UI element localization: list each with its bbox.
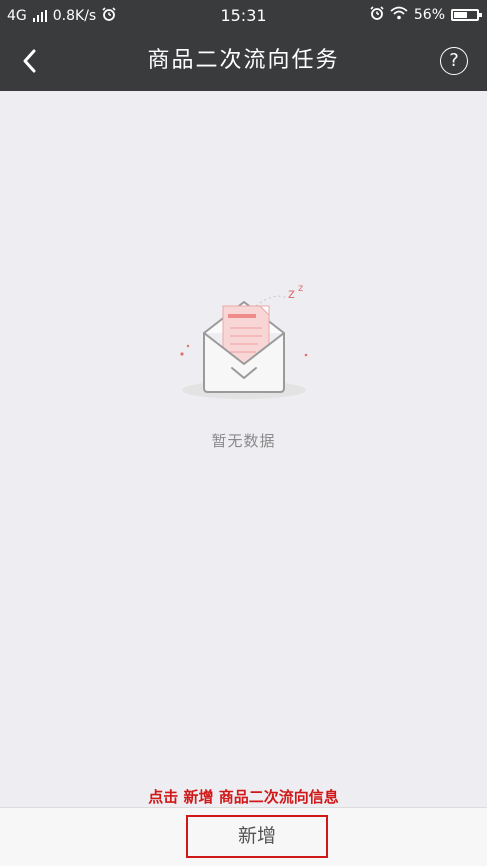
empty-envelope-icon: z z bbox=[180, 283, 308, 399]
chevron-left-icon bbox=[23, 49, 36, 73]
status-right: 56% bbox=[370, 6, 482, 24]
svg-text:z: z bbox=[288, 287, 295, 302]
wifi-icon bbox=[390, 6, 408, 24]
battery-percent: 56% bbox=[413, 7, 445, 23]
page-title: 商品二次流向任务 bbox=[147, 48, 340, 73]
battery-icon bbox=[451, 9, 482, 21]
bottom-bar: 新增 bbox=[0, 807, 487, 866]
alarm-icon bbox=[370, 6, 384, 24]
svg-text:z: z bbox=[298, 283, 303, 294]
nav-bar: 商品二次流向任务 ? bbox=[0, 31, 487, 91]
status-bar: 4G 0.8K/s 15:31 56% bbox=[0, 0, 487, 31]
add-button[interactable]: 新增 bbox=[186, 815, 328, 858]
add-hint-text: 点击 新增 商品二次流向信息 bbox=[148, 788, 339, 806]
help-button[interactable]: ? bbox=[440, 47, 468, 75]
back-button[interactable] bbox=[10, 41, 50, 81]
empty-state-text: 暂无数据 bbox=[211, 432, 276, 450]
